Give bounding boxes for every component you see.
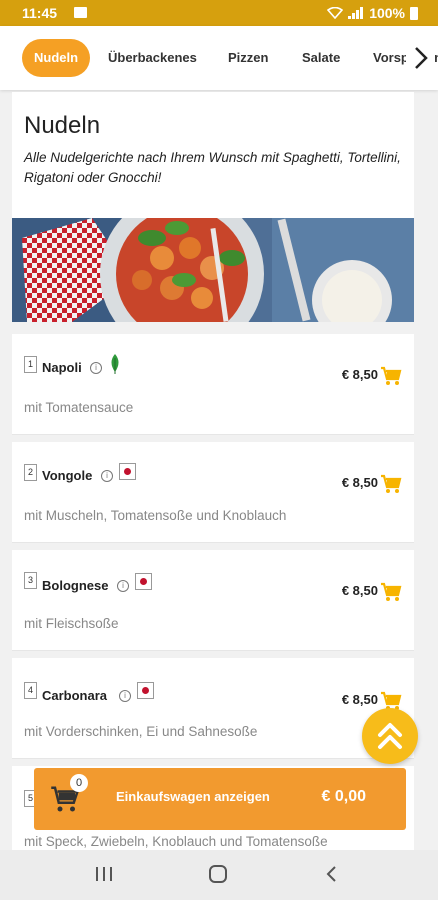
menu-item[interactable]: 3 Bolognese i € 8,50 mit Fleischsoße: [12, 550, 414, 651]
item-price: € 8,50: [341, 475, 378, 490]
battery-percent: 100%: [369, 5, 405, 21]
info-icon[interactable]: i: [101, 470, 113, 482]
info-icon[interactable]: i: [90, 362, 102, 374]
item-name: Vongole: [42, 468, 93, 483]
menu-item[interactable]: 1 Napoli i € 8,50 mit Tomatensauce: [12, 334, 414, 435]
item-description: mit Fleischsoße: [24, 616, 119, 631]
recent-apps-icon[interactable]: [94, 864, 114, 884]
status-time: 11:45: [22, 5, 58, 21]
category-banner-image: [12, 218, 414, 322]
item-number: 3: [24, 572, 37, 589]
double-chevron-up-icon: [378, 723, 402, 749]
item-number: 2: [24, 464, 37, 481]
system-navigation-bar: [0, 850, 438, 900]
add-to-cart-icon[interactable]: [380, 474, 402, 494]
add-to-cart-icon[interactable]: [380, 366, 402, 386]
info-icon[interactable]: i: [119, 690, 131, 702]
home-icon[interactable]: [208, 864, 228, 884]
tab-pizzen[interactable]: Pizzen: [228, 39, 268, 77]
chevron-right-icon: [415, 47, 428, 69]
status-icons: 100%: [327, 5, 418, 21]
info-icon[interactable]: i: [117, 580, 129, 592]
status-bar: 11:45 100%: [0, 0, 438, 26]
item-name: Bolognese: [42, 578, 109, 593]
tabs-scroll-right-button[interactable]: [406, 42, 434, 74]
wifi-icon: [327, 7, 344, 19]
allergen-marker-icon: [135, 573, 152, 590]
menu-item[interactable]: 4 Carbonara i € 8,50 mit Vorderschinken,…: [12, 658, 414, 759]
item-description: mit Vorderschinken, Ei und Sahnesoße: [24, 724, 258, 739]
item-price: € 8,50: [341, 583, 378, 598]
allergen-marker-icon: [137, 682, 154, 699]
item-description: mit Tomatensauce: [24, 400, 134, 415]
category-title: Nudeln: [24, 112, 101, 139]
category-tabs: Nudeln Überbackenes Pizzen Salate Vorspe…: [0, 26, 438, 90]
item-price: € 8,50: [341, 367, 378, 382]
category-header: Nudeln Alle Nudelgerichte nach Ihrem Wun…: [12, 92, 414, 219]
show-cart-button[interactable]: 0 Einkaufswagen anzeigen € 0,00: [34, 768, 406, 830]
menu-item[interactable]: 2 Vongole i € 8,50 mit Muscheln, Tomaten…: [12, 442, 414, 543]
tab-salate[interactable]: Salate: [302, 39, 340, 77]
cart-total: € 0,00: [321, 788, 366, 805]
item-price: € 8,50: [341, 692, 378, 707]
item-description: mit Speck, Zwiebeln, Knoblauch und Tomat…: [24, 834, 328, 849]
back-icon[interactable]: [322, 864, 342, 884]
allergen-marker-icon: [119, 463, 136, 480]
cart-count-badge: 0: [70, 774, 88, 792]
item-name: Napoli: [42, 360, 82, 375]
vegetarian-leaf-icon: [111, 354, 119, 374]
tab-nudeln[interactable]: Nudeln: [22, 39, 91, 77]
item-name: Carbonara: [42, 688, 108, 703]
tab-ueberbackenes[interactable]: Überbackenes: [108, 39, 197, 77]
scroll-to-top-button[interactable]: [362, 708, 418, 764]
image-notification-icon: [74, 7, 87, 18]
add-to-cart-icon[interactable]: [380, 582, 402, 602]
cart-label: Einkaufswagen anzeigen: [116, 789, 270, 804]
signal-icon: [348, 7, 364, 19]
battery-icon: [410, 6, 418, 20]
item-description: mit Muscheln, Tomatensoße und Knoblauch: [24, 508, 287, 523]
item-number: 4: [24, 682, 37, 699]
item-number: 1: [24, 356, 37, 373]
category-description: Alle Nudelgerichte nach Ihrem Wunsch mit…: [24, 150, 401, 185]
